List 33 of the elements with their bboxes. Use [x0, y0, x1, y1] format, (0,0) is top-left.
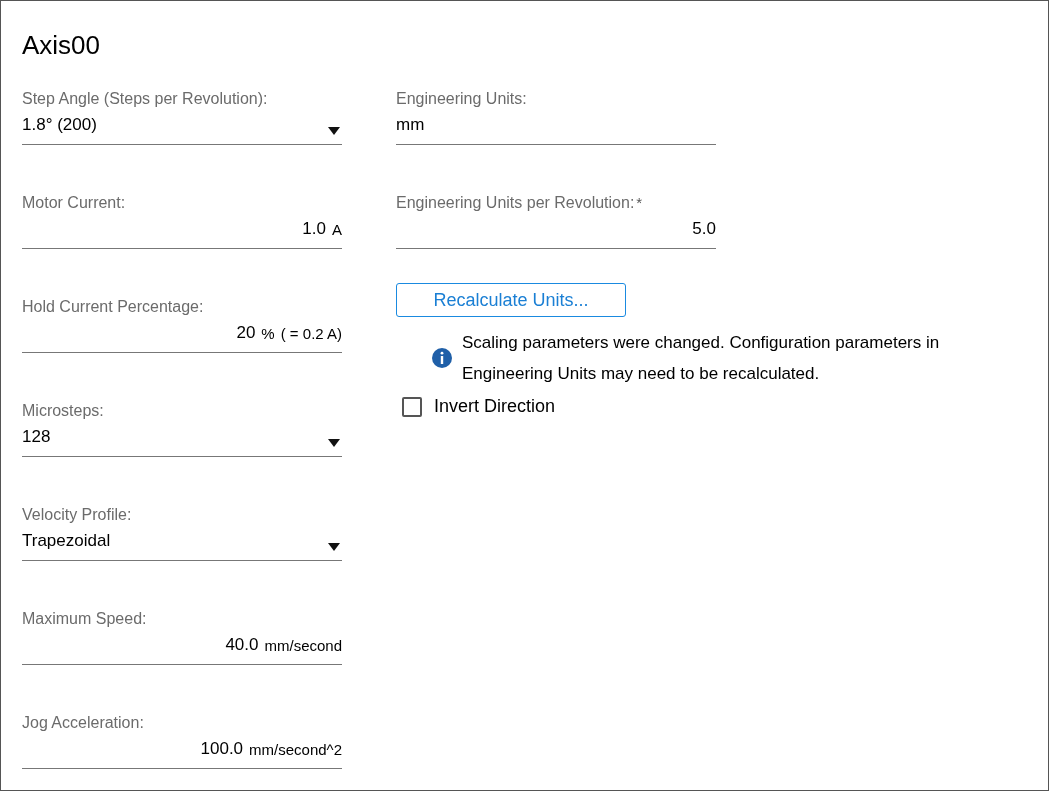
field-label: Motor Current:	[22, 193, 126, 213]
dropdown-field[interactable]: Trapezoidal	[22, 529, 342, 561]
caret-icon	[328, 126, 340, 135]
input-field[interactable]: 40.0 mm/second	[22, 633, 342, 665]
field-label: Velocity Profile:	[22, 505, 132, 525]
checkbox-label: Invert Direction	[434, 395, 556, 418]
caret-icon	[328, 542, 340, 551]
input-field[interactable]: 1.0 A	[22, 217, 342, 249]
current-note: ( = 0.2 A)	[280, 325, 342, 343]
unit-label: A	[332, 221, 342, 239]
field-label: Step Angle (Steps per Revolution):	[22, 89, 268, 109]
dropdown-field[interactable]: 1.8° (200)	[22, 113, 342, 145]
unit-label: mm/second	[264, 637, 342, 655]
info-message: Scaling parameters were changed. Configuration parameters in Engineering Units may need to be recalculated.	[462, 332, 941, 385]
unit-label: mm/second^2	[249, 741, 342, 759]
field-label: Engineering Units:	[396, 89, 527, 109]
unit-label: %	[261, 325, 275, 343]
info-icon	[432, 348, 452, 368]
input-field[interactable]: 20 % ( = 0.2 A)	[22, 321, 342, 353]
field-label: Jog Acceleration:	[22, 713, 144, 733]
field-label: Hold Current Percentage:	[22, 297, 204, 317]
input-field[interactable]: 5.0	[396, 217, 716, 249]
input-field[interactable]: mm	[396, 113, 716, 145]
dropdown-field[interactable]: 128	[22, 425, 342, 457]
field-label: Maximum Speed:	[22, 609, 147, 629]
page-title: Axis00	[22, 29, 102, 61]
field-label: Engineering Units per Revolution:	[396, 193, 635, 213]
input-field[interactable]: 100.0 mm/second^2	[22, 737, 342, 769]
caret-icon	[328, 438, 340, 447]
required-mark: *	[636, 193, 643, 213]
recalculate-button[interactable]: Recalculate Units...	[396, 283, 626, 317]
checkbox[interactable]	[402, 396, 422, 417]
field-label: Microsteps:	[22, 401, 104, 421]
